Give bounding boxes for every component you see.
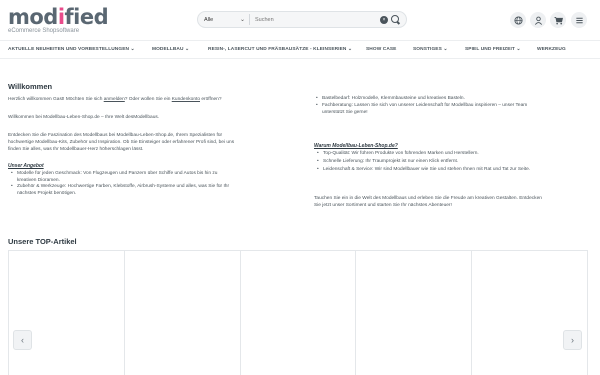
nav-item-spiel-freizeit[interactable]: SPIEL UND FREIZEIT ⌄ — [465, 47, 521, 52]
nav-item-sonstiges[interactable]: SONSTIGES ⌄ — [413, 47, 447, 52]
nav-item-showcase[interactable]: SHOW CASE — [366, 47, 396, 52]
why-item-delivery: Schnelle Lieferung: Ihr Traumprojekt ist… — [315, 159, 458, 166]
product-card[interactable] — [239, 250, 356, 375]
closing-line: Sie jetzt unser Sortiment und starten Si… — [314, 203, 452, 208]
logo-subtitle: eCommerce Shopsoftware — [8, 28, 80, 34]
why-heading: Warum Modellbau-Leben-Shop.de? — [314, 143, 398, 149]
nav-item-modellbau[interactable]: MODELLBAU ⌄ — [152, 47, 189, 52]
welcome-greeting: Herzlich willkommen Gast! Möchten Sie si… — [8, 96, 222, 103]
globe-icon[interactable] — [510, 12, 526, 28]
intro-paragraph-line: Entdecken Sie die Faszination des Modell… — [8, 133, 223, 138]
offer-item-crafts: Bastelbedarf: Holzmodelle, Klemmbaustein… — [314, 96, 465, 103]
search-icon[interactable] — [391, 14, 401, 25]
why-item-quality: Top-Qualität: Wir führen Produkte von fü… — [315, 151, 479, 158]
offer-item-line: Modelle für jeden Geschmack: Von Flugzeu… — [17, 171, 218, 176]
chevron-down-icon: ⌄ — [239, 17, 245, 23]
offer-item-models: Modelle für jeden Geschmack: Von Flugzeu… — [9, 171, 217, 184]
offer-item-line: unterstützt Sie gerne! — [322, 109, 368, 115]
nav-item-werkzeug[interactable]: WERKZEUG — [537, 47, 566, 52]
product-card[interactable] — [471, 250, 588, 375]
user-icon[interactable] — [530, 12, 546, 28]
header: modified eCommerce Shopsoftware Alle ⌄ × — [0, 0, 600, 40]
intro-paragraph-line: finden Sie alles, was Ihr Modellbauer-He… — [8, 147, 144, 152]
top-articles-title: Unsere TOP-Artikel — [8, 237, 77, 246]
menu-icon[interactable] — [571, 12, 587, 28]
nav-item-neuheiten[interactable]: AKTUELLE NEUHEITEN UND VORBESTELLUNGEN ⌄ — [8, 47, 135, 52]
intro-paragraph-line: hochwertige Modellbau-Kits, Zubehör und … — [8, 140, 235, 145]
greeting-text: Herzlich willkommen Gast! Möchten Sie si… — [8, 97, 104, 102]
product-slider — [8, 250, 588, 375]
register-link[interactable]: Kundenkonto — [172, 97, 200, 102]
search-input[interactable] — [250, 13, 380, 26]
logo-wordmark: modified — [8, 5, 109, 29]
slider-next-button[interactable]: › — [563, 330, 582, 350]
greeting-text: eröffnen? — [200, 97, 222, 102]
cart-icon[interactable] — [550, 12, 566, 28]
search-category-select[interactable]: Alle ⌄ — [198, 14, 250, 25]
welcome-intro: Willkommen bei Modellbau-Leben-Shop.de –… — [8, 115, 160, 120]
login-link[interactable]: anmelden — [104, 97, 125, 102]
welcome-title: Willkommen — [8, 82, 53, 91]
offer-heading: Unser Angebot — [8, 163, 44, 169]
chevron-left-icon: ‹ — [21, 335, 24, 345]
slider-prev-button[interactable]: ‹ — [13, 330, 32, 350]
closing-line: Tauchen Sie ein in die Welt des Modellba… — [314, 196, 542, 201]
search-category-value: Alle — [204, 16, 214, 23]
product-card[interactable] — [123, 250, 240, 375]
main-navigation: AKTUELLE NEUHEITEN UND VORBESTELLUNGEN ⌄… — [0, 40, 600, 59]
logo[interactable]: modified eCommerce Shopsoftware — [8, 7, 128, 35]
why-item-service: Leidenschaft & Service: Wir sind Modellb… — [315, 167, 530, 174]
nav-item-resin[interactable]: RESIN-, LASERCUT UND FRÄSBAUSÄTZE - KLEI… — [208, 47, 352, 52]
clear-icon[interactable]: × — [380, 15, 388, 24]
offer-item-line: nächstes Projekt benötigen. — [17, 190, 77, 196]
offer-item-line: Fachberatung: Lassen Sie sich von unsere… — [322, 103, 528, 108]
offer-item-accessories: Zubehör & Werkzeuge: Hochwertige Farben,… — [9, 184, 229, 197]
product-card[interactable] — [355, 250, 472, 375]
greeting-text: ? Oder wollen Sie ein — [124, 97, 172, 102]
offer-item-line: Zubehör & Werkzeuge: Hochwertige Farben,… — [17, 184, 230, 189]
offer-item-consulting: Fachberatung: Lassen Sie sich von unsere… — [314, 103, 527, 116]
search-bar: Alle ⌄ × — [197, 11, 407, 28]
product-card[interactable] — [8, 250, 124, 375]
chevron-right-icon: › — [571, 335, 574, 345]
